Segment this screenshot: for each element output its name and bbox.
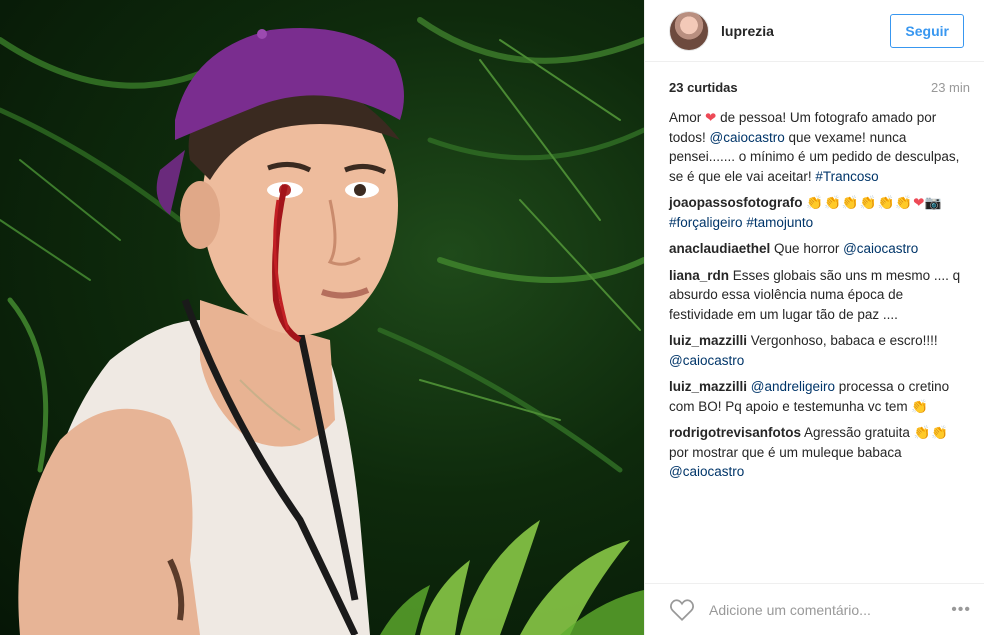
add-comment-bar: ••• xyxy=(645,583,984,635)
comment-text: Que horror xyxy=(770,241,844,256)
comment-text: Agressão gratuita xyxy=(801,425,914,440)
comment-item: luiz_mazzilli @andreligeiro processa o c… xyxy=(669,377,970,416)
comment-item: luiz_mazzilli Vergonhoso, babaca e escro… xyxy=(669,331,970,370)
heart-emoji-icon: ❤ xyxy=(913,195,925,210)
mention-link[interactable]: @caiocastro xyxy=(669,353,744,368)
comment-username[interactable]: joaopassosfotografo xyxy=(669,195,803,210)
mention-link[interactable]: @andreligeiro xyxy=(747,379,835,394)
caption-text-1: Amor xyxy=(669,110,706,125)
mention-link[interactable]: @caiocastro xyxy=(843,241,918,256)
heart-outline-icon[interactable] xyxy=(669,598,695,622)
comment-item: joaopassosfotografo 👏👏👏👏👏👏❤📷 #forçaligei… xyxy=(669,193,970,232)
comment-username[interactable]: luiz_mazzilli xyxy=(669,333,747,348)
post-timestamp[interactable]: 23 min xyxy=(931,80,970,95)
post-sidebar: luprezia Seguir 23 curtidas 23 min Amor … xyxy=(644,0,984,635)
comment-text: por mostrar que é um muleque babaca xyxy=(669,444,902,460)
comment-username[interactable]: rodrigotrevisanfotos xyxy=(669,425,801,440)
post-username[interactable]: luprezia xyxy=(721,23,890,39)
avatar[interactable] xyxy=(669,10,709,51)
clap-emoji-icon: 👏👏 xyxy=(913,425,950,440)
post-photo[interactable] xyxy=(0,0,644,635)
heart-emoji-icon: ❤ xyxy=(705,110,717,125)
comment-list: Amor ❤ de pessoa! Um fotografo amado por… xyxy=(645,102,984,482)
post-meta: 23 curtidas 23 min xyxy=(645,72,984,102)
camera-emoji-icon: 📷 xyxy=(924,195,942,210)
follow-button[interactable]: Seguir xyxy=(890,13,964,48)
post-header: luprezia Seguir xyxy=(645,0,984,62)
mention-link[interactable]: @caiocastro xyxy=(669,464,744,479)
hashtag-link[interactable]: #Trancoso xyxy=(815,169,878,184)
hashtag-link[interactable]: #forçaligeiro xyxy=(669,215,743,230)
mention-link[interactable]: @caiocastro xyxy=(710,130,785,145)
comment-username[interactable]: luiz_mazzilli xyxy=(669,379,747,394)
clap-emoji-icon: 👏 xyxy=(911,398,930,414)
photo-illustration xyxy=(0,17,644,635)
comment-input[interactable] xyxy=(709,601,952,618)
hashtag-link[interactable]: #tamojunto xyxy=(746,215,813,230)
comment-username[interactable]: liana_rdn xyxy=(669,268,729,283)
comment-username[interactable]: anaclaudiaethel xyxy=(669,241,770,256)
instagram-post-modal: luprezia Seguir 23 curtidas 23 min Amor … xyxy=(0,0,984,635)
caption: Amor ❤ de pessoa! Um fotografo amado por… xyxy=(669,108,970,186)
likes-count[interactable]: 23 curtidas xyxy=(669,80,738,95)
clap-emoji-icon: 👏👏👏👏👏👏 xyxy=(806,195,914,210)
comment-item: anaclaudiaethel Que horror @caiocastro xyxy=(669,239,970,259)
comment-text: Vergonhoso, babaca e escro!!!! xyxy=(747,333,938,348)
more-options-icon[interactable]: ••• xyxy=(951,601,971,619)
comment-item: liana_rdn Esses globais são uns m mesmo … xyxy=(669,266,970,325)
comment-item: rodrigotrevisanfotos Agressão gratuita 👏… xyxy=(669,423,970,482)
